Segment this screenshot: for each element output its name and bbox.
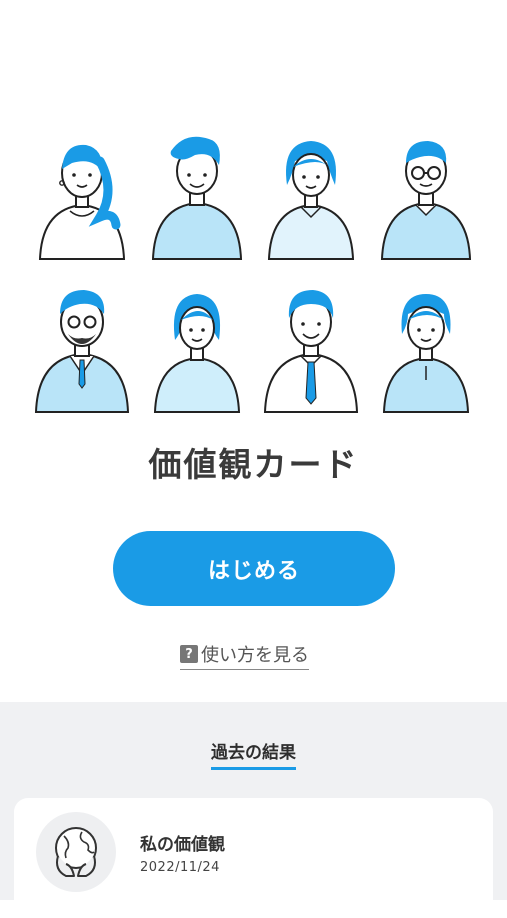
app-title: 価値観カード [148, 445, 359, 484]
start-button[interactable]: はじめる [113, 531, 395, 606]
howto-label: 使い方を見る [201, 645, 309, 666]
globe-hands-icon [36, 812, 116, 892]
result-name: 私の価値観 [140, 835, 225, 855]
people-illustration [28, 118, 480, 414]
result-date: 2022/11/24 [140, 860, 220, 875]
person-woman-bob-icon [257, 118, 366, 261]
person-woman-striped-icon [143, 271, 252, 414]
person-woman-short-hair-icon [372, 271, 481, 414]
question-icon: ? [180, 645, 198, 663]
history-title: 過去の結果 [0, 738, 507, 770]
howto-link[interactable]: ? 使い方を見る [180, 640, 309, 670]
person-older-man-suit-icon [28, 271, 137, 414]
history-result-card[interactable]: 私の価値観 2022/11/24 [14, 798, 493, 918]
person-young-man-icon [143, 118, 252, 261]
person-woman-ponytail-icon [28, 118, 137, 261]
person-man-glasses-icon [372, 118, 481, 261]
person-man-tie-icon [257, 271, 366, 414]
history-title-label: 過去の結果 [211, 738, 296, 770]
